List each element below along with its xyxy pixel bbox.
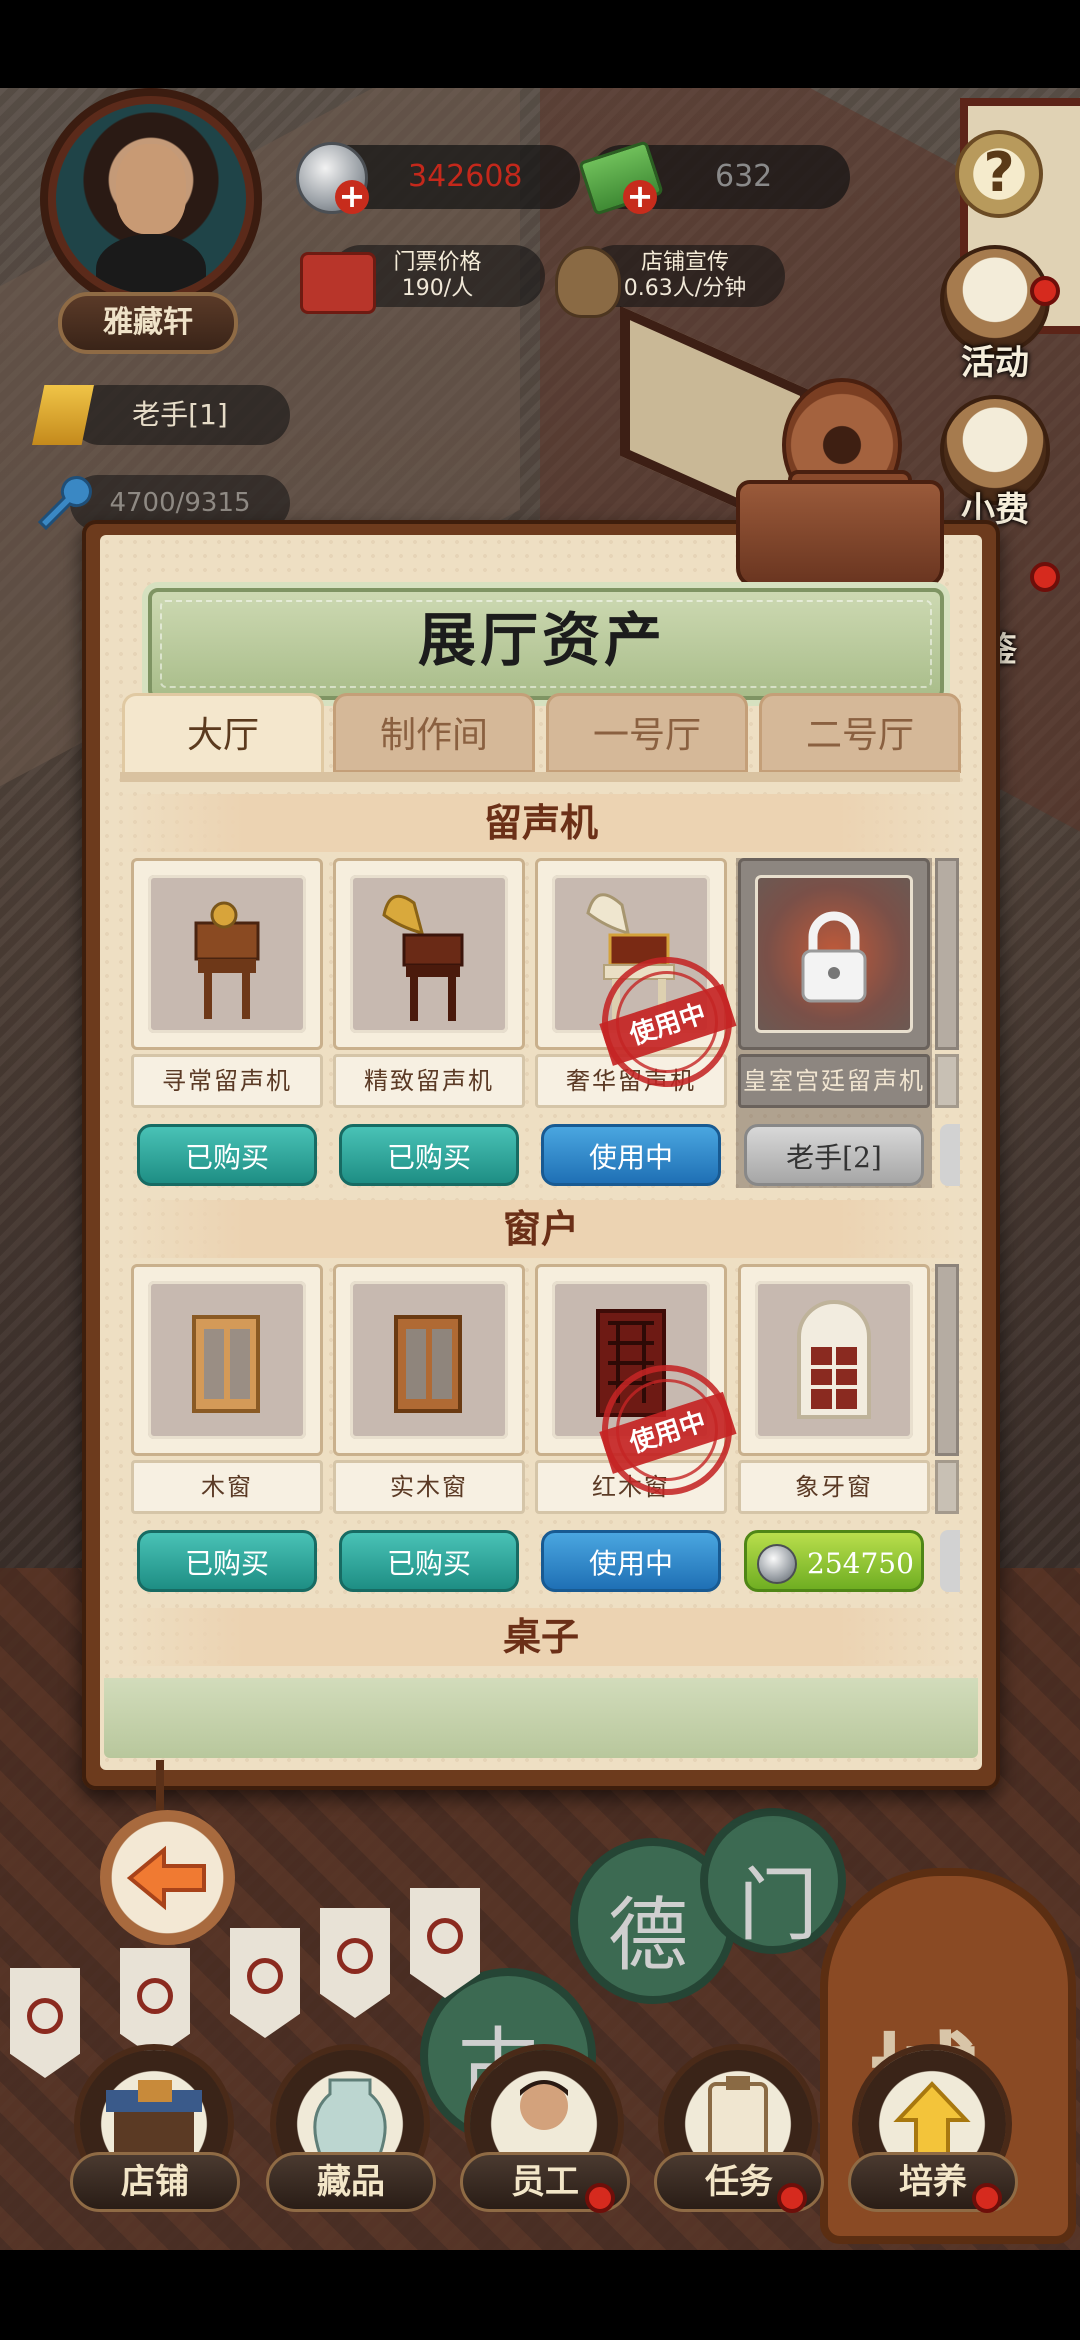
item-thumb bbox=[755, 875, 913, 1033]
item-name: 精致留声机 bbox=[333, 1054, 525, 1108]
notification-dot bbox=[1030, 276, 1060, 306]
item-thumb bbox=[755, 1281, 913, 1439]
add-notes-button[interactable]: + bbox=[623, 180, 657, 214]
purchased-button[interactable]: 已购买 bbox=[137, 1530, 317, 1592]
coin-icon bbox=[757, 1544, 797, 1584]
next-item-button-peek[interactable] bbox=[940, 1530, 960, 1592]
in-use-stamp-text: 使用中 bbox=[599, 983, 737, 1066]
buy-price: 254750 bbox=[807, 1547, 914, 1580]
scene-round-sign: 门 bbox=[700, 1808, 846, 1954]
tab-divider bbox=[120, 772, 960, 782]
events-label: 活动 bbox=[961, 343, 1029, 383]
item-name: 皇室宫廷留声机 bbox=[738, 1054, 930, 1108]
tab-workshop[interactable]: 制作间 bbox=[333, 693, 535, 773]
purchased-button[interactable]: 已购买 bbox=[339, 1124, 519, 1186]
next-item-label-peek bbox=[935, 1460, 959, 1514]
item-thumb bbox=[350, 875, 508, 1033]
item-card-ivory-window[interactable] bbox=[738, 1264, 930, 1456]
purchased-button[interactable]: 已购买 bbox=[137, 1124, 317, 1186]
pennant-flag bbox=[10, 1968, 80, 2078]
item-name: 木窗 bbox=[131, 1460, 323, 1514]
item-thumb bbox=[148, 875, 306, 1033]
item-card-ordinary-gramophone[interactable] bbox=[131, 858, 323, 1050]
item-thumb bbox=[350, 1281, 508, 1439]
nav-collection-label: 藏品 bbox=[266, 2152, 436, 2212]
purchased-button[interactable]: 已购买 bbox=[339, 1530, 519, 1592]
section-title-gramophone: 留声机 bbox=[116, 794, 966, 852]
lock-icon bbox=[801, 911, 867, 1003]
in-use-button[interactable]: 使用中 bbox=[541, 1124, 721, 1186]
next-item-button-peek[interactable] bbox=[940, 1124, 960, 1186]
notification-dot bbox=[777, 2183, 807, 2213]
pennant-flag bbox=[230, 1928, 300, 2038]
panel-title: 展厅资产 bbox=[417, 606, 666, 674]
help-button[interactable]: ? bbox=[955, 130, 1043, 218]
scene-sign-text: 门 bbox=[738, 1859, 818, 1952]
in-use-stamp-text: 使用中 bbox=[599, 1391, 737, 1474]
pennant-flag bbox=[120, 1948, 190, 2058]
nav-shop-label: 店铺 bbox=[70, 2152, 240, 2212]
avatar[interactable] bbox=[56, 104, 246, 294]
item-card-solid-wood-window[interactable] bbox=[333, 1264, 525, 1456]
next-item-label-peek bbox=[935, 1054, 959, 1108]
buy-button[interactable]: 254750 bbox=[744, 1530, 924, 1592]
section-title-tables: 桌子 bbox=[116, 1608, 966, 1666]
scene-sign-text: 德 bbox=[608, 1889, 688, 1982]
promoter-icon bbox=[555, 246, 621, 318]
add-coins-button[interactable]: + bbox=[335, 180, 369, 214]
gramophone-icon bbox=[194, 901, 260, 1019]
item-card-royal-gramophone[interactable] bbox=[738, 858, 930, 1050]
back-button[interactable] bbox=[100, 1810, 235, 1945]
window-icon bbox=[394, 1315, 462, 1413]
next-item-card-peek[interactable] bbox=[935, 1264, 959, 1456]
notification-dot bbox=[1030, 562, 1060, 592]
arched-window-icon bbox=[797, 1300, 871, 1419]
panel-footer bbox=[104, 1678, 978, 1758]
next-item-card-peek[interactable] bbox=[935, 858, 959, 1050]
scene-pennants bbox=[0, 1888, 520, 2078]
coins-value: 342608 bbox=[408, 159, 523, 194]
item-thumb bbox=[148, 1281, 306, 1439]
notes-value: 632 bbox=[715, 159, 773, 194]
pennant-flag bbox=[320, 1908, 390, 2018]
rank-badge: 老手[1] bbox=[70, 385, 290, 445]
section-title-windows: 窗户 bbox=[116, 1200, 966, 1258]
item-card-wood-window[interactable] bbox=[131, 1264, 323, 1456]
item-name: 象牙窗 bbox=[738, 1460, 930, 1514]
in-use-button[interactable]: 使用中 bbox=[541, 1530, 721, 1592]
notification-dot bbox=[972, 2183, 1002, 2213]
player-name: 雅藏轩 bbox=[58, 292, 238, 354]
item-name: 实木窗 bbox=[333, 1460, 525, 1514]
tab-hall-2[interactable]: 二号厅 bbox=[759, 693, 961, 773]
pennant-flag bbox=[410, 1888, 480, 1998]
back-arrow-icon bbox=[126, 1845, 206, 1911]
item-card-fine-gramophone[interactable] bbox=[333, 858, 525, 1050]
tab-hall-1[interactable]: 一号厅 bbox=[546, 693, 748, 773]
clipboard-clip bbox=[736, 480, 944, 588]
gramophone-horn-icon bbox=[382, 894, 464, 1021]
item-name: 寻常留声机 bbox=[131, 1054, 323, 1108]
window-icon bbox=[192, 1315, 260, 1413]
wrench-icon bbox=[37, 476, 92, 531]
tab-hall[interactable]: 大厅 bbox=[122, 693, 324, 773]
rank-required-button[interactable]: 老手[2] bbox=[744, 1124, 924, 1186]
ticket-icon bbox=[300, 252, 376, 314]
notification-dot bbox=[585, 2183, 615, 2213]
